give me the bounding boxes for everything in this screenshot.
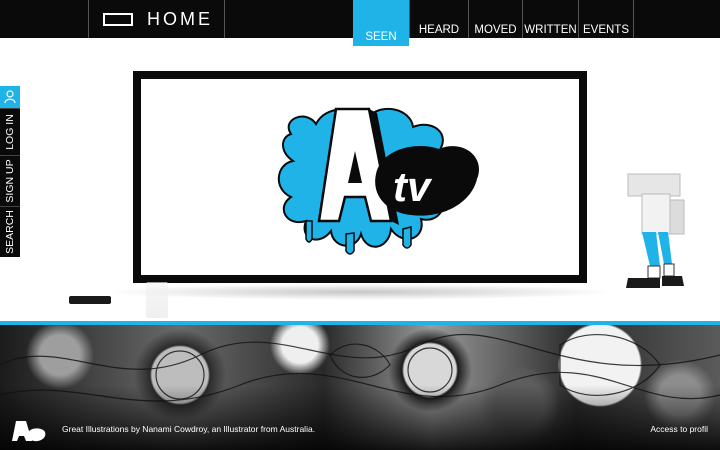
nav-item-label: WRITTEN <box>524 24 577 36</box>
top-navigation-bar: HOME SEEN HEARD MOVED WRITTEN EVENTS <box>0 0 720 46</box>
user-icon-button[interactable] <box>0 86 20 108</box>
side-item-log-in[interactable]: LOG IN <box>0 108 20 155</box>
atv-small-logo[interactable] <box>12 419 48 443</box>
main-nav: SEEN HEARD MOVED WRITTEN EVENTS <box>353 0 634 46</box>
side-item-label: SEARCH <box>4 210 16 254</box>
nav-item-events[interactable]: EVENTS <box>578 0 634 38</box>
nav-item-label: MOVED <box>474 24 517 36</box>
atv-logo-text: tv <box>393 163 433 210</box>
nav-item-moved[interactable]: MOVED <box>468 0 522 38</box>
character-illustration <box>626 173 685 288</box>
home-label: HOME <box>147 8 213 29</box>
side-menu: LOG IN SIGN UP SEARCH <box>0 86 20 257</box>
home-button[interactable]: HOME <box>88 0 225 38</box>
nav-item-written[interactable]: WRITTEN <box>522 0 578 38</box>
banner-shade <box>0 385 720 450</box>
home-rectangle-icon <box>103 12 133 26</box>
illustration-caption: Great Illustrations by Nanami Cowdroy, a… <box>62 424 316 434</box>
nav-item-label: SEEN <box>365 31 397 43</box>
tv-screen: tv <box>141 79 579 275</box>
side-item-sign-up[interactable]: SIGN UP <box>0 155 20 206</box>
nav-item-label: HEARD <box>418 24 460 36</box>
access-profile-link[interactable]: Access to profil <box>650 424 708 434</box>
side-item-search[interactable]: SEARCH <box>0 206 20 257</box>
cup-image <box>146 282 168 318</box>
nav-item-label: EVENTS <box>582 24 629 36</box>
tv-screen-frame: tv <box>133 71 587 283</box>
remote-control-image <box>69 296 111 304</box>
atv-logo: tv <box>277 107 479 255</box>
tv-shadow <box>100 284 620 300</box>
nav-item-heard[interactable]: HEARD <box>409 0 468 38</box>
side-item-label: SIGN UP <box>4 159 16 203</box>
nav-item-seen[interactable]: SEEN <box>353 0 409 46</box>
side-item-label: LOG IN <box>4 114 16 150</box>
user-icon <box>4 90 16 104</box>
